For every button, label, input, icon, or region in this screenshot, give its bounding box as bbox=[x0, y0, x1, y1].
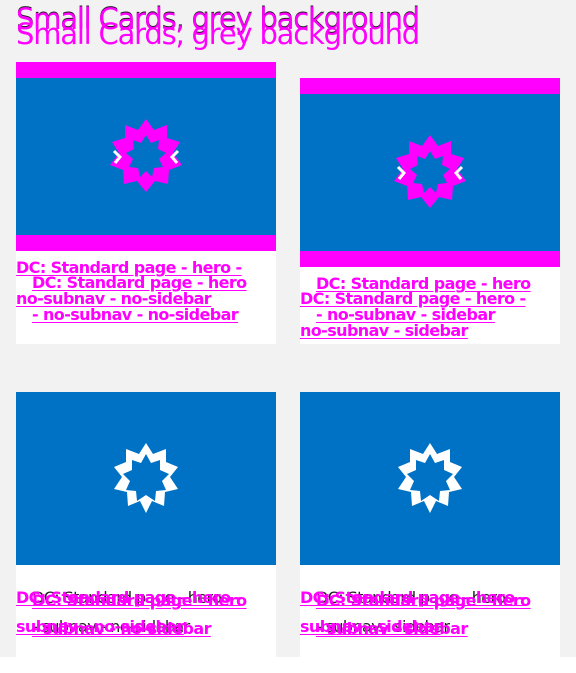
card-media bbox=[300, 392, 560, 565]
section-heading-duplicate: Small Cards, grey background bbox=[16, 17, 420, 51]
media-bottom-band bbox=[300, 251, 560, 267]
media-top-band bbox=[16, 62, 276, 78]
card-title-overlay-line2[interactable]: - subnav - no-sidebar bbox=[16, 621, 211, 637]
star-burst-icon bbox=[114, 442, 178, 513]
star-burst-icon bbox=[398, 442, 462, 513]
card-hero-subnav-sidebar[interactable]: DC: Standard page - hero DC: Standard pa… bbox=[300, 392, 560, 657]
card-media bbox=[300, 78, 560, 267]
card-title-overlay[interactable]: DC: Standard page - hero bbox=[16, 275, 247, 291]
card-media bbox=[16, 62, 276, 251]
card-hero-no-subnav-sidebar[interactable]: DC: Standard page - hero DC: Standard pa… bbox=[300, 78, 560, 344]
page-background: Small Cards, grey background Small Cards… bbox=[0, 0, 576, 657]
star-burst-icon bbox=[110, 118, 182, 192]
media-top-band bbox=[300, 78, 560, 94]
card-hero-subnav-no-sidebar[interactable]: DC: Standard page - hero DC: Standard pa… bbox=[16, 392, 276, 657]
card-media bbox=[16, 392, 276, 565]
star-burst-icon bbox=[394, 134, 466, 208]
card-title-overlay[interactable]: DC: Standard page - hero bbox=[300, 593, 531, 609]
card-title-link-line2[interactable]: no-subnav - sidebar bbox=[300, 323, 468, 339]
card-title-overlay-line2[interactable]: - no-subnav - no-sidebar bbox=[16, 307, 239, 323]
card-title-overlay-line2[interactable]: - subnav - sidebar bbox=[300, 621, 468, 637]
card-title-overlay[interactable]: DC: Standard page - hero bbox=[16, 593, 247, 609]
media-bottom-band bbox=[16, 235, 276, 251]
card-hero-no-subnav-no-sidebar[interactable]: DC: Standard page - hero - no-subnav - n… bbox=[16, 62, 276, 344]
